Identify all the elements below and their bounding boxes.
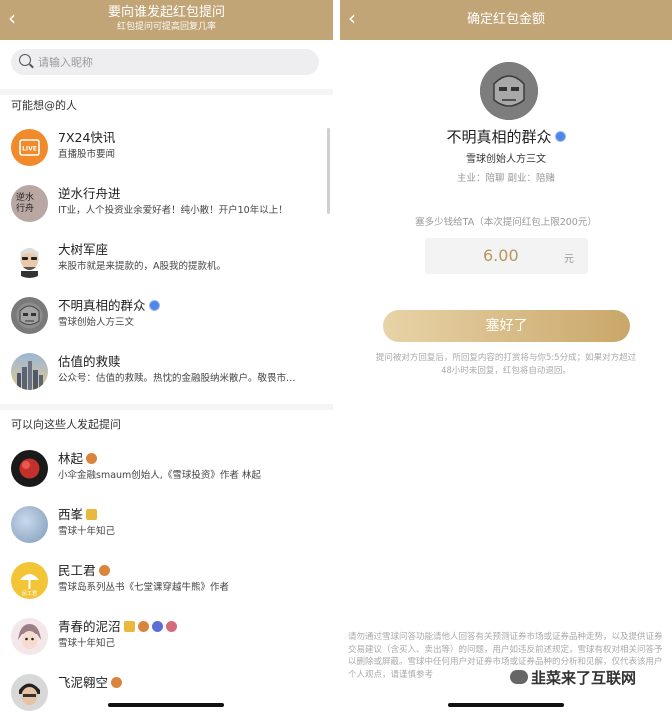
avatar: LIVE	[11, 129, 48, 166]
user-name: 不明真相的群众	[58, 298, 146, 313]
profile-name: 不明真相的群众	[446, 128, 552, 146]
page-title: 要向谁发起红包提问	[107, 5, 225, 20]
amount-field[interactable]: 6.00 元	[425, 238, 588, 274]
user-desc: IT业，人个投资业余爱好者！纯小散！开户10年以上！	[58, 205, 288, 216]
crown-icon	[123, 621, 135, 632]
avatar-text: 逆水 行舟	[16, 193, 35, 214]
user-name: 青春的泥沼	[58, 619, 121, 634]
user-name: 逆水行舟进	[58, 186, 121, 201]
user-desc: 公众号：估值的救赎。热忱的金融股纳米散户。敬畏市…	[58, 373, 296, 384]
avatar-text: 民工君	[22, 591, 37, 597]
amount-prompt: 塞多少钱给TA（本次提问红包上限200元）	[415, 217, 597, 228]
wechat-icon	[510, 669, 528, 684]
user-name: 西峯	[58, 507, 84, 522]
medal-icon	[137, 621, 149, 632]
home-indicator	[448, 703, 564, 707]
search-input[interactable]	[38, 53, 298, 71]
user-desc: 雪球岛系列丛书《七堂课穿越牛熊》作者	[58, 582, 230, 593]
avatar	[480, 62, 538, 120]
back-icon[interactable]: ‹	[348, 8, 356, 28]
user-name: 大树军座	[58, 242, 109, 257]
list-item[interactable]: LIVE 7X24快讯 直播股市要闻	[0, 120, 333, 176]
list-item[interactable]: 西峯 雪球十年知己	[0, 497, 333, 553]
medal-icon	[98, 565, 110, 576]
list-item[interactable]: 大树军座 来股市就是来提款的，A股我的提款机。	[0, 232, 333, 288]
user-desc: 雪球十年知己	[58, 526, 116, 537]
avatar	[11, 618, 48, 655]
profile-role: 主业：陪聊 副业：陪赌	[456, 173, 556, 184]
list-item[interactable]: 不明真相的群众 雪球创始人方三文	[0, 288, 333, 344]
user-name: 林起	[58, 451, 84, 466]
avatar	[11, 674, 48, 711]
avatar	[11, 353, 48, 390]
section-title-askable: 可以向这些人发起提问	[11, 418, 121, 431]
avatar	[11, 241, 48, 278]
home-indicator	[108, 703, 224, 707]
avatar-text: LIVE	[22, 146, 37, 153]
watermark: 韭菜来了互联网	[510, 667, 636, 688]
scrollbar[interactable]	[327, 128, 330, 214]
user-name: 估值的救赎	[58, 354, 121, 369]
crown-icon	[86, 509, 98, 520]
avatar	[11, 450, 48, 487]
page-title: 确定红包金额	[466, 12, 545, 27]
profile-subtitle: 雪球创始人方三文	[466, 154, 546, 165]
page-subtitle: 红包提问可提高回复几率	[116, 22, 216, 32]
user-name: 民工君	[58, 563, 96, 578]
user-desc: 直播股市要闻	[58, 149, 116, 160]
submit-button[interactable]: 塞好了	[383, 310, 630, 342]
header: ‹ 要向谁发起红包提问 红包提问可提高回复几率	[0, 0, 333, 40]
search-bar[interactable]	[11, 49, 319, 75]
choose-recipient-screen: ‹ 要向谁发起红包提问 红包提问可提高回复几率 可能想@的人 LIVE 7X24…	[0, 0, 333, 712]
user-desc: 雪球创始人方三文	[58, 317, 135, 328]
verified-icon	[554, 131, 566, 142]
section-title-suggested: 可能想@的人	[11, 99, 77, 112]
amount-value[interactable]: 6.00	[483, 246, 519, 265]
set-amount-screen: ‹ 确定红包金额 不明真相的群众 雪球创始人方三文 主业：陪聊 副业：陪赌 塞多…	[340, 0, 672, 712]
avatar: 逆水 行舟	[11, 185, 48, 222]
header: ‹ 确定红包金额	[340, 0, 672, 40]
watermark-text: 韭菜来了互联网	[531, 669, 637, 687]
list-item[interactable]: 逆水 行舟 逆水行舟进 IT业，人个投资业余爱好者！纯小散！开户10年以上！	[0, 176, 333, 232]
app-screenshot: ‹ 要向谁发起红包提问 红包提问可提高回复几率 可能想@的人 LIVE 7X24…	[0, 0, 672, 712]
user-desc: 来股市就是来提款的，A股我的提款机。	[58, 261, 226, 272]
medal-icon	[111, 677, 123, 688]
avatar	[11, 297, 48, 334]
medal-icon	[86, 453, 98, 464]
reply-note: 提问被对方回复后，所回复内容的打赏将与你5:5分成；如果对方超过48小时未回复，…	[375, 353, 637, 376]
star-medal-icon	[151, 621, 163, 632]
search-icon	[19, 54, 31, 66]
user-name: 飞泥翱空	[58, 675, 109, 690]
amount-unit: 元	[564, 254, 574, 265]
avatar: 民工君	[11, 562, 48, 599]
list-item[interactable]: 青春的泥沼 雪球十年知己	[0, 609, 333, 665]
user-desc: 小伞金融smaum创始人,《雪球投资》作者 林起	[58, 470, 261, 481]
list-item[interactable]: 林起 小伞金融smaum创始人,《雪球投资》作者 林起	[0, 441, 333, 497]
user-name: 7X24快讯	[58, 130, 116, 145]
verified-icon	[148, 300, 160, 311]
user-desc: 雪球十年知己	[58, 638, 116, 649]
medal-icon	[165, 621, 177, 632]
list-item[interactable]: 估值的救赎 公众号：估值的救赎。热忱的金融股纳米散户。敬畏市…	[0, 344, 333, 400]
avatar	[11, 506, 48, 543]
list-item[interactable]: 民工君 民工君 雪球岛系列丛书《七堂课穿越牛熊》作者	[0, 553, 333, 609]
